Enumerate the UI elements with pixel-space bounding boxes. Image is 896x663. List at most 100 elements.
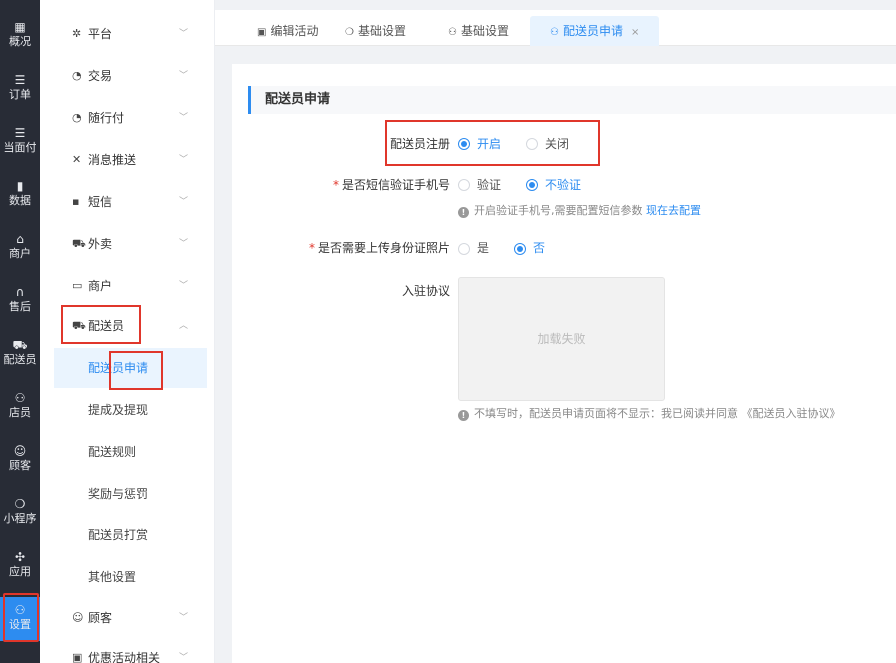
id-photo-no-radio[interactable]	[514, 243, 526, 255]
sidebar-item-other-settings[interactable]: 其他设置	[88, 557, 214, 597]
info-icon: !	[458, 207, 469, 218]
rail-item-label: 应用	[9, 565, 31, 578]
wechat-icon: ❍	[345, 27, 354, 38]
tab-basic-settings-2[interactable]: ⚇ 基础设置	[448, 16, 509, 46]
tab-basic-settings-1[interactable]: ❍ 基础设置	[345, 16, 406, 46]
sidebar-group-merchant[interactable]: ▭ 商户 ﹀	[40, 266, 214, 306]
agreement-label: 入驻协议	[401, 284, 450, 298]
rail-item-label: 店员	[9, 406, 31, 419]
truck-icon: ⛟	[12, 338, 28, 352]
sidebar-group-push[interactable]: ✕ 消息推送 ﹀	[40, 140, 214, 180]
sidebar-item-delivery-rules[interactable]: 配送规则	[88, 432, 214, 472]
sms-verify-no-label[interactable]: 不验证	[545, 177, 581, 193]
registration-off-label[interactable]: 关闭	[545, 136, 569, 152]
chevron-down-icon: ﹀	[179, 239, 189, 249]
tab-edit-activity[interactable]: ▣ 编辑活动	[257, 16, 318, 46]
users-icon: ⚇	[14, 391, 26, 405]
list-icon: ☰	[14, 126, 26, 140]
gear-icon: ✲	[72, 27, 82, 40]
sidebar-group-pay-on-go[interactable]: ◔ 随行付 ﹀	[40, 98, 214, 138]
sidebar-item-tips[interactable]: 配送员打赏	[88, 515, 214, 555]
registration-off-radio[interactable]	[526, 138, 538, 150]
sidebar-item-commission[interactable]: 提成及提现	[88, 390, 214, 430]
chevron-down-icon: ﹀	[179, 197, 189, 207]
rail-item-orders[interactable]: ☰ 订单	[0, 67, 40, 111]
rail-item-merchant[interactable]: ⌂ 商户	[0, 226, 40, 270]
chevron-down-icon: ﹀	[179, 71, 189, 81]
rail-item-label: 售后	[9, 300, 31, 313]
sidebar-group-label: 商户	[88, 279, 113, 293]
rail-item-apps[interactable]: ✣ 应用	[0, 544, 40, 588]
sms-verify-label-text: 是否短信验证手机号	[341, 178, 450, 192]
sms-verify-yes-label[interactable]: 验证	[477, 177, 501, 193]
rail-item-label: 概况	[9, 35, 31, 48]
sidebar-item-rewards[interactable]: 奖励与惩罚	[88, 474, 214, 514]
smile-icon: ☺	[72, 611, 84, 624]
pie-icon: ◔	[72, 69, 82, 82]
rail-item-label: 数据	[9, 194, 31, 207]
pie-icon: ◔	[72, 111, 82, 124]
sidebar-group-platform[interactable]: ✲ 平台 ﹀	[40, 14, 214, 54]
registration-on-radio[interactable]	[458, 138, 470, 150]
section-title: 配送员申请	[248, 86, 896, 114]
rail-item-data[interactable]: ▮ 数据	[0, 173, 40, 217]
chevron-down-icon: ﹀	[179, 155, 189, 165]
registration-label: 配送员注册	[389, 137, 450, 151]
sidebar-group-customers[interactable]: ☺ 顾客 ﹀	[40, 598, 214, 638]
sidebar-group-label: 短信	[88, 195, 113, 209]
close-icon[interactable]: ×	[631, 27, 639, 38]
sidebar-group-label: 平台	[88, 27, 113, 41]
info-icon: !	[458, 410, 469, 421]
sidebar-group-takeout[interactable]: ⛟ 外卖 ﹀	[40, 224, 214, 264]
sidebar-group-label: 外卖	[88, 237, 113, 251]
id-photo-yes-label[interactable]: 是	[477, 240, 489, 256]
id-photo-no-label[interactable]: 否	[533, 240, 545, 256]
chevron-up-icon: ︿	[179, 321, 189, 331]
smile-icon: ☺	[13, 444, 27, 458]
user-settings-icon: ⚇	[550, 27, 559, 38]
rail-item-label: 配送员	[3, 353, 37, 366]
chevron-down-icon: ﹀	[179, 281, 189, 291]
sms-verify-label: * 是否短信验证手机号	[300, 177, 450, 193]
sidebar-group-label: 交易	[88, 69, 113, 83]
wechat-icon: ❍	[14, 497, 26, 511]
sms-verify-no-radio[interactable]	[526, 179, 538, 191]
tab-label: 基础设置	[460, 24, 509, 38]
bar-chart-icon: ▮	[16, 179, 24, 193]
id-photo-label: * 是否需要上传身份证照片	[290, 240, 450, 256]
sidebar-group-label: 优惠活动相关	[88, 651, 161, 663]
settings-sidebar: ✲ 平台 ﹀ ◔ 交易 ﹀ ◔ 随行付 ﹀ ✕ 消息推送 ﹀ ▪ 短信 ﹀ ⛟ …	[40, 0, 215, 663]
tab-label: 基础设置	[357, 24, 406, 38]
registration-on-label[interactable]: 开启	[477, 136, 501, 152]
sidebar-group-promotions[interactable]: ▣ 优惠活动相关 ﹀	[40, 638, 214, 663]
settings-highlight-box	[3, 593, 39, 642]
rail-item-staff[interactable]: ⚇ 店员	[0, 385, 40, 429]
list-icon: ☰	[14, 73, 26, 87]
sidebar-group-trade[interactable]: ◔ 交易 ﹀	[40, 56, 214, 96]
configure-sms-link[interactable]: 现在去配置	[646, 204, 701, 217]
sidebar-group-sms[interactable]: ▪ 短信 ﹀	[40, 182, 214, 222]
sidebar-group-label: 顾客	[88, 611, 113, 625]
rail-item-customers[interactable]: ☺ 顾客	[0, 438, 40, 482]
sidebar-group-label: 随行付	[88, 111, 125, 125]
rail-item-after-sales[interactable]: ∩ 售后	[0, 279, 40, 323]
rail-item-mini-program[interactable]: ❍ 小程序	[0, 491, 40, 535]
tab-courier-application[interactable]: ⚇ 配送员申请 ×	[530, 16, 660, 46]
gift-icon: ▣	[72, 651, 83, 663]
rail-item-face-pay[interactable]: ☰ 当面付	[0, 120, 40, 164]
sms-verify-yes-radio[interactable]	[458, 179, 470, 191]
rail-item-overview[interactable]: ▦ 概况	[0, 14, 40, 58]
message-icon: ▪	[72, 195, 80, 208]
store-icon: ▭	[72, 279, 83, 292]
store-icon: ⌂	[16, 232, 24, 246]
rail-item-courier[interactable]: ⛟ 配送员	[0, 332, 40, 376]
required-mark: *	[308, 241, 315, 255]
id-photo-yes-radio[interactable]	[458, 243, 470, 255]
apps-icon: ✣	[14, 550, 26, 564]
agreement-image-upload[interactable]: 加载失败	[458, 277, 665, 401]
sidebar-group-label: 消息推送	[88, 153, 137, 167]
tab-label: 编辑活动	[270, 24, 319, 38]
courier-application-highlight-box	[109, 351, 163, 390]
id-photo-label-text: 是否需要上传身份证照片	[317, 241, 450, 255]
chevron-down-icon: ﹀	[179, 29, 189, 39]
